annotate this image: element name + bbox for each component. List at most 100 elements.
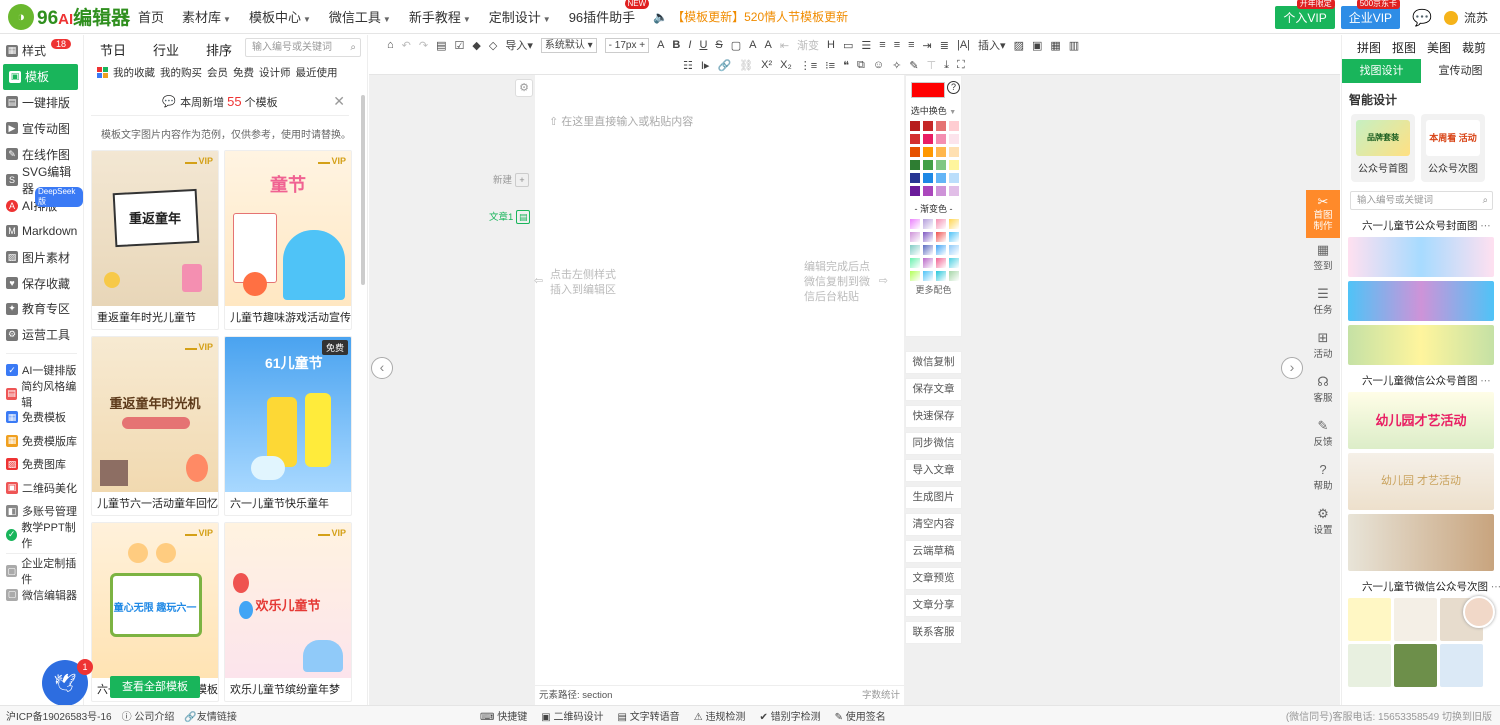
color-swatch[interactable] — [923, 121, 933, 131]
color-swatch[interactable] — [949, 121, 959, 131]
smart-card-cover[interactable]: 品牌套装 公众号首图 — [1351, 114, 1415, 182]
menu-templates[interactable]: ▣ 模板 — [3, 63, 78, 90]
message-icon[interactable]: 💬 — [1412, 8, 1432, 28]
editor-document[interactable]: ⇧ 在这里直接输入或粘贴内容 — [535, 75, 904, 705]
logo[interactable]: ◑ 96AI编辑器 — [0, 3, 138, 30]
import-menu[interactable]: 导入▾ — [505, 37, 533, 53]
cover-banner[interactable] — [1348, 281, 1494, 321]
generate-image-button[interactable]: 生成图片 — [905, 486, 962, 509]
ordered-list-icon[interactable]: ⋮≡ — [800, 59, 817, 72]
nav-custom-design[interactable]: 定制设计 ▼ — [489, 7, 551, 26]
bold-button[interactable]: B — [672, 39, 680, 51]
redo-icon[interactable]: ↷ — [419, 39, 428, 52]
text-direction-icon[interactable]: I▸ — [701, 59, 710, 72]
color-swatch[interactable] — [910, 134, 920, 144]
more-icon[interactable]: ⋯ — [1491, 581, 1500, 593]
font-size-icon[interactable]: A — [657, 39, 664, 51]
template-card[interactable]: VIP 童心无限 趣玩六一 六一儿童节卡通手绘模板 — [91, 522, 219, 702]
color-swatch[interactable] — [910, 121, 920, 131]
first-image-banner[interactable]: 幼儿园 才艺活动 — [1348, 453, 1494, 510]
contact-support-button[interactable]: 联系客服 — [905, 621, 962, 644]
menu-education[interactable]: ✦ 教育专区 — [0, 296, 83, 322]
font-size-select[interactable]: - 17px + — [604, 37, 650, 53]
thumb[interactable] — [1394, 644, 1437, 687]
first-image-banner[interactable]: 幼儿园才艺活动 — [1348, 392, 1494, 449]
plugin-free-template-lib[interactable]: ▦ 免费模版库 — [0, 429, 83, 453]
company-intro-link[interactable]: ⓘ 公司介绍 — [122, 708, 175, 723]
template-card[interactable]: VIP 欢乐儿童节 欢乐儿童节缤纷童年梦 — [224, 522, 352, 702]
word-count-link[interactable]: 字数统计 — [862, 686, 900, 706]
strip-activity[interactable]: ⊞ 活动 — [1306, 326, 1340, 370]
qrcode-design-link[interactable]: ▣ 二维码设计 — [541, 708, 603, 723]
strip-settings[interactable]: ⚙ 设置 — [1306, 502, 1340, 546]
extra-enterprise-plugin[interactable]: ▢ 企业定制插件 — [0, 558, 83, 586]
plugin-qrcode[interactable]: ▣ 二维码美化 — [0, 476, 83, 500]
more-icon[interactable]: ⋯ — [1480, 220, 1491, 232]
download-icon[interactable]: ⤓ — [944, 59, 949, 72]
tab-collage[interactable]: 拼图 — [1357, 39, 1381, 56]
letter-spacing-icon[interactable]: |A| — [957, 39, 970, 51]
gradient-swatch[interactable] — [949, 271, 959, 281]
color-swatch[interactable] — [949, 160, 959, 170]
gradient-swatch[interactable] — [949, 245, 959, 255]
image-search-input[interactable]: 输入编号或关键词 ⌕ — [1350, 191, 1493, 210]
color-swatch[interactable] — [923, 147, 933, 157]
fullscreen-icon[interactable]: ⛶ — [957, 59, 965, 72]
italic-button[interactable]: I — [688, 39, 691, 51]
quote-icon[interactable]: ❝ — [843, 59, 849, 72]
support-phone[interactable]: (微信同号)客服电话: 15653358549 切换到旧版 — [1286, 708, 1492, 723]
text-to-speech-link[interactable]: ▤ 文字转语音 — [617, 708, 679, 723]
sync-wechat-button[interactable]: 同步微信 — [905, 432, 962, 455]
link-member[interactable]: 会员 — [207, 65, 228, 80]
insert-menu[interactable]: 插入▾ — [978, 37, 1006, 53]
quick-save-button[interactable]: 快速保存 — [905, 405, 962, 428]
color-swatch[interactable] — [923, 186, 933, 196]
more-icon[interactable]: ⋯ — [1480, 375, 1491, 387]
color-swatch[interactable] — [949, 186, 959, 196]
link-my-purchases[interactable]: 我的购买 — [160, 65, 202, 80]
superscript-button[interactable]: X² — [761, 59, 772, 71]
thumb[interactable] — [1348, 644, 1391, 687]
element-path[interactable]: section — [582, 690, 612, 701]
thumb[interactable] — [1394, 598, 1437, 641]
gradient-swatch[interactable] — [923, 258, 933, 268]
color-swatch[interactable] — [910, 186, 920, 196]
color-swatch[interactable] — [949, 147, 959, 157]
gradient-swatch[interactable] — [923, 219, 933, 229]
align-right-icon[interactable]: ≡ — [908, 39, 914, 51]
collapse-left-arrow-icon[interactable]: ‹ — [371, 357, 393, 379]
username[interactable]: 流苏 — [1464, 9, 1488, 26]
bg-color-button[interactable]: A — [764, 39, 771, 51]
violation-check-link[interactable]: ⚠ 违规检测 — [694, 708, 746, 723]
color-swatch[interactable] — [910, 160, 920, 170]
subscript-button[interactable]: X₂ — [780, 59, 792, 71]
gradient-swatch[interactable] — [910, 245, 920, 255]
menu-one-click-layout[interactable]: ▤ 一键排版 — [0, 90, 83, 116]
help-icon[interactable]: ? — [947, 80, 960, 94]
first-image-banner[interactable] — [1348, 514, 1494, 571]
shortcut-link[interactable]: ⌨ 快捷键 — [480, 708, 527, 723]
scrollbar[interactable] — [361, 95, 365, 285]
color-swatch[interactable] — [923, 134, 933, 144]
color-swatch[interactable] — [936, 173, 946, 183]
color-swatch[interactable] — [910, 147, 920, 157]
border-icon[interactable]: ▢ — [731, 39, 741, 52]
tab-industry[interactable]: 行业 — [153, 40, 179, 59]
indent-icon[interactable]: ⇥ — [923, 39, 932, 52]
format-painter-icon[interactable]: ⌂ — [387, 39, 394, 51]
nav-materials[interactable]: 素材库 ▼ — [182, 7, 231, 26]
tab-sort[interactable]: 排序 — [206, 40, 232, 59]
close-icon[interactable]: ✕ — [333, 93, 345, 110]
menu-ops-tools[interactable]: ⚙ 运营工具 — [0, 322, 83, 348]
color-swatch[interactable] — [910, 173, 920, 183]
cover-banner[interactable] — [1348, 237, 1494, 277]
gradient-swatch[interactable] — [910, 219, 920, 229]
underline-button[interactable]: U — [699, 39, 707, 51]
cover-banner[interactable] — [1348, 325, 1494, 365]
update-notice[interactable]: 🔈 【模板更新】520情人节模板更新 — [653, 8, 848, 25]
nav-template-center[interactable]: 模板中心 ▼ — [249, 7, 311, 26]
color-swatch[interactable] — [936, 134, 946, 144]
wechat-copy-button[interactable]: 微信复制 — [905, 351, 962, 374]
assistant-avatar[interactable] — [1463, 596, 1495, 628]
menu-saved[interactable]: ♥ 保存收藏 — [0, 270, 83, 296]
